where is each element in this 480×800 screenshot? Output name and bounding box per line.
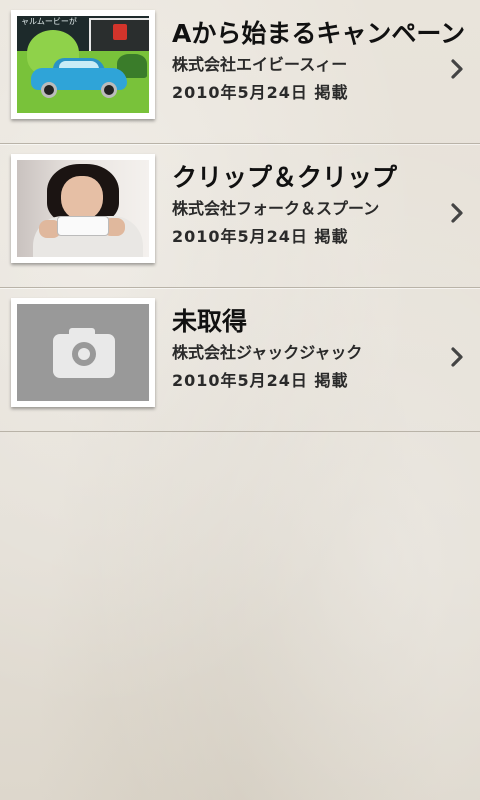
thumbnail-caption: ャルムービーが [21,17,77,26]
thumbnail-frame: ャルムービーが [11,10,155,119]
thumbnail-photo [17,160,149,257]
billboard-logo [113,24,127,40]
camera-lens-inner [78,348,90,360]
chevron-right-icon [451,203,463,223]
list-item[interactable]: ャルムービーが Aから始まるキャンペーン 株式会社エイビースィー 2010年5月… [0,0,480,144]
campaign-list: ャルムービーが Aから始まるキャンペーン 株式会社エイビースィー 2010年5月… [0,0,480,432]
item-date: 2010年5月24日 掲載 [172,83,349,102]
item-title: 未取得 [172,307,248,336]
thumbnail-car-ad: ャルムービーが [17,16,149,113]
person-face [61,176,103,220]
item-text: Aから始まるキャンペーン 株式会社エイビースィー 2010年5月24日 掲載 [172,18,472,104]
thumbnail-frame [11,154,155,263]
item-date: 2010年5月24日 掲載 [172,227,349,246]
item-text: 未取得 株式会社ジャックジャック 2010年5月24日 掲載 [172,306,472,392]
item-text: クリップ＆クリップ 株式会社フォーク＆スプーン 2010年5月24日 掲載 [172,162,472,248]
thumbnail-frame [11,298,155,407]
chevron-right-icon [451,59,463,79]
list-item[interactable]: 未取得 株式会社ジャックジャック 2010年5月24日 掲載 [0,288,480,432]
item-company: 株式会社エイビースィー [172,55,348,74]
list-item[interactable]: クリップ＆クリップ 株式会社フォーク＆スプーン 2010年5月24日 掲載 [0,144,480,288]
chevron-right-icon [451,347,463,367]
item-date: 2010年5月24日 掲載 [172,371,349,390]
phone-image [57,216,109,236]
item-title: クリップ＆クリップ [172,163,398,192]
thumbnail-placeholder [17,304,149,401]
car-wheel [101,82,117,98]
item-company: 株式会社フォーク＆スプーン [172,199,380,218]
item-title: Aから始まるキャンペーン [172,19,466,48]
car-wheel [41,82,57,98]
item-company: 株式会社ジャックジャック [172,343,363,362]
